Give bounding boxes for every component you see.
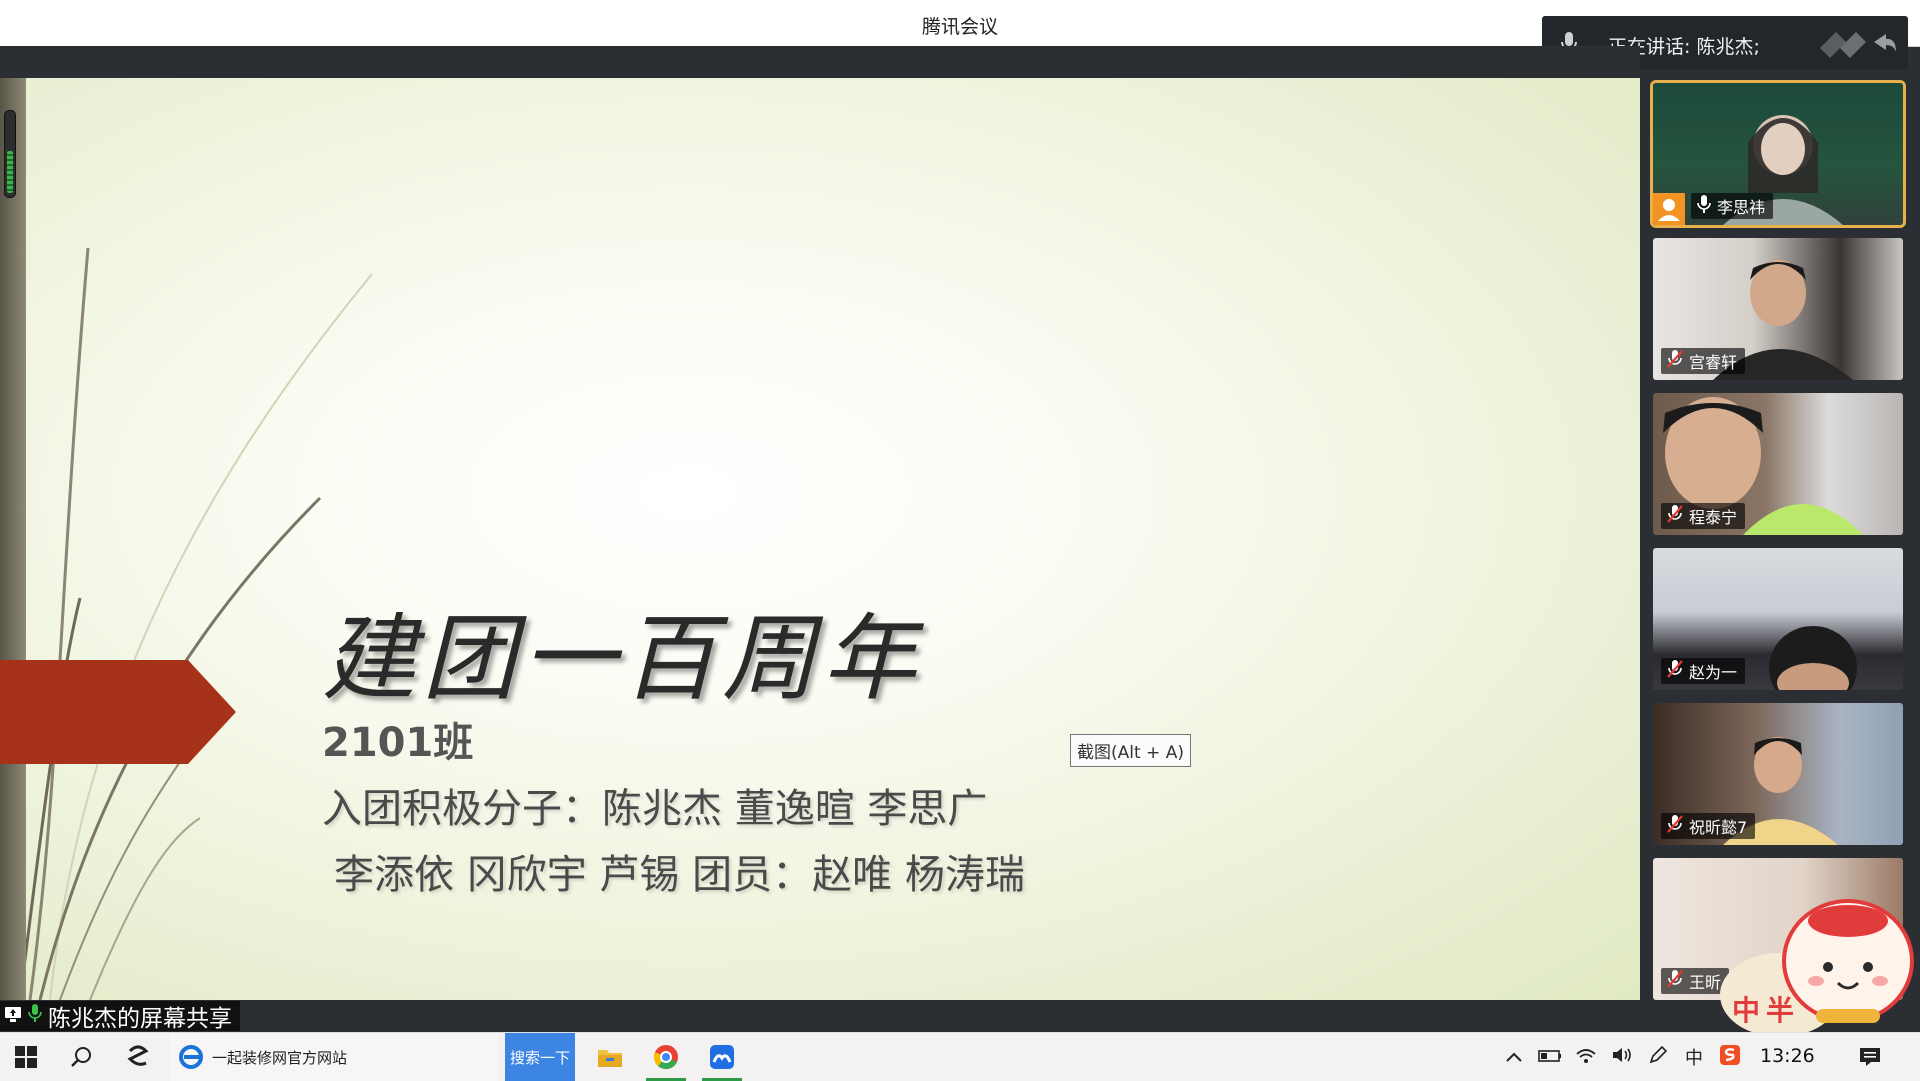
folder-icon <box>598 1050 622 1067</box>
muted-microphone-icon <box>1667 659 1683 683</box>
search-icon <box>71 1047 91 1067</box>
sogou-ime-icon[interactable] <box>1712 1044 1748 1070</box>
participant-name: 祝昕懿7 <box>1689 818 1748 837</box>
muted-microphone-icon <box>1667 814 1683 838</box>
windows-icon <box>15 1046 37 1068</box>
participant-name: 赵为一 <box>1689 663 1738 682</box>
arrow-shape <box>0 660 236 764</box>
muted-microphone-icon <box>1667 504 1683 528</box>
notification-button[interactable] <box>1844 1033 1896 1081</box>
battery-icon[interactable] <box>1532 1048 1568 1067</box>
video-tile[interactable]: 李思祎 <box>1650 80 1906 228</box>
system-tray: 中 <box>1496 1033 1748 1081</box>
chevron-up-icon[interactable] <box>1496 1048 1532 1067</box>
share-toolbar-strip <box>0 46 1640 78</box>
volume-slider[interactable] <box>4 110 16 198</box>
tencent-meeting-button[interactable] <box>696 1033 748 1081</box>
file-explorer-button[interactable] <box>584 1033 636 1081</box>
volume-icon[interactable] <box>1604 1046 1640 1068</box>
search-button[interactable] <box>56 1033 108 1081</box>
chrome-button[interactable] <box>640 1033 692 1081</box>
share-status-bar: 陈兆杰的屏幕共享 <box>0 1000 1640 1032</box>
muted-microphone-icon <box>1667 969 1683 993</box>
ime-sticker[interactable]: 中半 <box>1716 885 1920 1041</box>
screenshot-tooltip: 截图(Alt + A) <box>1070 734 1191 767</box>
participant-name: 李思祎 <box>1717 198 1766 217</box>
muted-microphone-icon <box>1667 349 1683 373</box>
participant-name: 程泰宁 <box>1689 508 1738 527</box>
screen-share-icon <box>4 1003 22 1029</box>
pen-icon[interactable] <box>1640 1045 1676 1069</box>
taskbar-browser-title: 一起装修网官方网站 <box>212 1048 348 1067</box>
video-tile[interactable]: 程泰宁 <box>1653 393 1903 535</box>
participant-name: 宫睿轩 <box>1689 353 1738 372</box>
annotation-tools-icon[interactable] <box>1810 26 1900 60</box>
slide-text-line-2: 李添依 冈欣宇 芦锡 团员：赵唯 杨涛瑞 <box>334 852 1025 898</box>
participant-label: 赵为一 <box>1661 658 1746 684</box>
chrome-icon <box>653 1045 678 1070</box>
video-tile[interactable]: 宫睿轩 <box>1653 238 1903 380</box>
microphone-icon <box>1697 194 1711 218</box>
participants-panel: 李思祎 宫睿轩 程泰宁 赵为一 祝昕懿7 王昕 <box>1640 78 1920 1000</box>
share-label: 陈兆杰的屏幕共享 <box>48 1006 232 1032</box>
search-go-button[interactable]: 搜索一下 <box>505 1033 575 1081</box>
slide-class: 2101班 <box>322 720 474 766</box>
slide-title: 建团一百周年 <box>322 605 923 714</box>
notification-icon <box>1860 1048 1880 1066</box>
ime-indicator[interactable]: 中 <box>1676 1044 1712 1070</box>
slide-left-edge <box>0 78 26 1000</box>
participant-label: 李思祎 <box>1691 193 1774 219</box>
host-badge <box>1653 193 1685 225</box>
video-tile[interactable]: 赵为一 <box>1653 548 1903 690</box>
shared-slide: 建团一百周年 2101班 入团积极分子：陈兆杰 董逸暄 李思广 李添依 冈欣宇 … <box>0 78 1640 1000</box>
sticker-text: 中半 <box>1732 994 1801 1027</box>
app-s-icon <box>127 1045 149 1066</box>
start-button[interactable] <box>0 1033 52 1081</box>
share-label-box: 陈兆杰的屏幕共享 <box>0 1001 240 1032</box>
microphone-icon <box>28 1003 42 1029</box>
slide-text-line-1: 入团积极分子：陈兆杰 董逸暄 李思广 <box>322 786 988 832</box>
tencent-meeting-icon <box>710 1045 734 1069</box>
taskbar-browser-item[interactable]: 一起装修网官方网站 <box>170 1033 498 1081</box>
video-tile[interactable]: 祝昕懿7 <box>1653 703 1903 845</box>
wifi-icon[interactable] <box>1568 1046 1604 1068</box>
participant-label: 程泰宁 <box>1661 503 1746 529</box>
taskbar: 一起装修网官方网站 搜索一下 中 13:26 <box>0 1032 1920 1081</box>
ie-browser-icon <box>179 1045 203 1069</box>
clock[interactable]: 13:26 <box>1760 1045 1815 1067</box>
app-button[interactable] <box>112 1033 164 1081</box>
participant-label: 宫睿轩 <box>1661 348 1746 374</box>
participant-label: 祝昕懿7 <box>1661 813 1756 839</box>
